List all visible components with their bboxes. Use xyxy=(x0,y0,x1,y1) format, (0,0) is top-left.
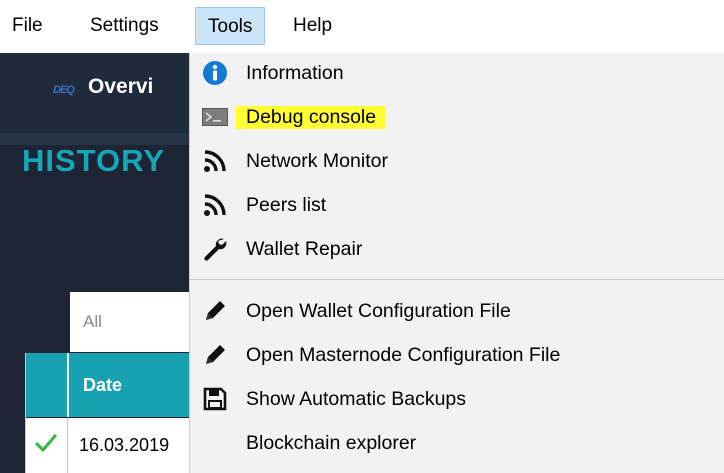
menu-settings[interactable]: Settings xyxy=(90,14,159,38)
save-icon xyxy=(201,385,229,413)
menu-item-blockchain-explorer[interactable]: Blockchain explorer xyxy=(190,423,724,467)
menu-item-peers-list[interactable]: Peers list xyxy=(190,185,724,229)
menu-item-open-masternode-config[interactable]: Open Masternode Configuration File xyxy=(190,335,724,379)
menu-item-label: Blockchain explorer xyxy=(246,432,417,454)
menu-bar: File Settings Tools Help xyxy=(0,0,724,53)
menu-item-label: Open Masternode Configuration File xyxy=(246,344,561,366)
menu-item-show-backups[interactable]: Show Automatic Backups xyxy=(190,379,724,423)
menu-item-label: Peers list xyxy=(246,194,327,216)
info-icon xyxy=(201,59,229,87)
page-title: HISTORY xyxy=(22,143,166,178)
table-header: Date xyxy=(25,353,200,417)
row-separator xyxy=(67,418,68,473)
network-icon xyxy=(201,147,229,175)
menu-item-information[interactable]: Information xyxy=(190,53,724,97)
menu-item-label: Wallet Repair xyxy=(246,238,363,260)
tab-overview[interactable]: Overvi xyxy=(88,75,153,99)
table-left-border xyxy=(25,353,26,473)
check-icon xyxy=(35,432,57,459)
header-separator xyxy=(67,353,69,417)
menu-separator xyxy=(190,279,724,280)
menu-item-debug-console[interactable]: Debug console xyxy=(190,97,724,141)
menu-item-label: Show Automatic Backups xyxy=(246,388,467,410)
logo: DEQ xyxy=(53,84,75,96)
pencil-icon xyxy=(201,341,229,369)
cell-date: 16.03.2019 xyxy=(79,435,170,455)
menu-item-label: Open Wallet Configuration File xyxy=(246,300,511,322)
menu-item-label: Network Monitor xyxy=(246,150,388,172)
console-icon xyxy=(201,103,229,131)
menu-item-label: Information xyxy=(246,62,344,84)
filter-select[interactable]: All xyxy=(70,292,200,352)
menu-item-open-wallet-config[interactable]: Open Wallet Configuration File xyxy=(190,291,724,335)
wrench-icon xyxy=(201,235,229,263)
peers-icon xyxy=(201,191,229,219)
menu-item-label: Debug console xyxy=(236,106,387,129)
tools-dropdown-menu: Information Debug console Network Monito… xyxy=(189,53,724,473)
menu-tools[interactable]: Tools xyxy=(195,7,266,45)
table-row[interactable]: 16.03.2019 xyxy=(25,418,200,473)
column-header-date[interactable]: Date xyxy=(83,375,122,396)
menu-item-wallet-repair[interactable]: Wallet Repair xyxy=(190,229,724,273)
pencil-icon xyxy=(201,297,229,325)
menu-item-network-monitor[interactable]: Network Monitor xyxy=(190,141,724,185)
filter-value: All xyxy=(83,312,102,331)
menu-file[interactable]: File xyxy=(12,14,43,38)
menu-help[interactable]: Help xyxy=(293,14,332,38)
